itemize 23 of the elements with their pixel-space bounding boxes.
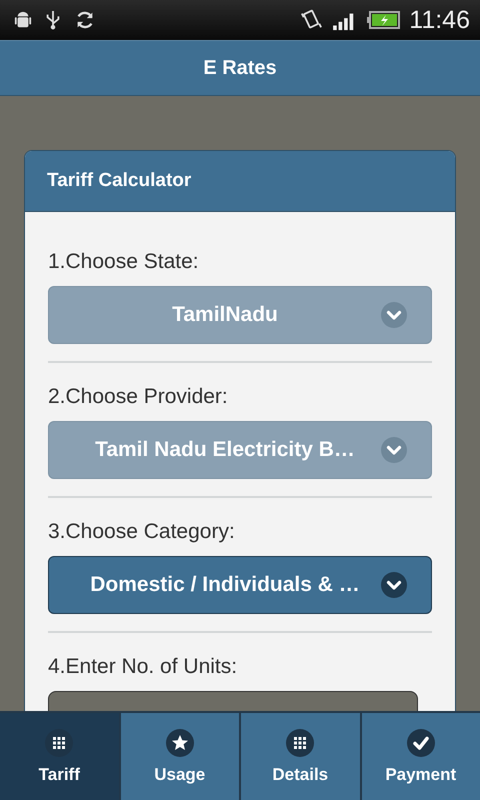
field-label: 4.Enter No. of Units:	[48, 655, 238, 679]
card-title: Tariff Calculator	[47, 170, 192, 192]
app-title: E Rates	[203, 56, 277, 80]
chevron-down-icon	[381, 437, 407, 463]
usb-icon	[44, 9, 62, 31]
field-label: 3.Choose Category:	[48, 520, 236, 544]
nav-tab[interactable]: Details	[241, 713, 360, 800]
dropdown-select: Tamil Nadu Electricity B…	[48, 421, 432, 479]
dropdown-select: TamilNadu	[48, 286, 432, 344]
grid-icon	[45, 728, 74, 756]
grid-icon	[286, 728, 314, 756]
vibrate-icon	[299, 9, 324, 31]
dropdown-select[interactable]: Domestic / Individuals & …	[48, 556, 432, 614]
nav-tab[interactable]: Payment	[362, 713, 480, 800]
nav-tab[interactable]: Tariff	[0, 713, 118, 800]
chevron-down-icon	[381, 302, 407, 328]
check-icon	[406, 728, 435, 756]
clock-time: 11:46	[409, 6, 470, 34]
nav-tab[interactable]: Usage	[120, 713, 239, 800]
field-label: 1.Choose State:	[48, 250, 200, 274]
field-label: 2.Choose Provider:	[48, 385, 229, 409]
chevron-down-icon	[381, 572, 407, 598]
battery-icon	[367, 10, 402, 30]
